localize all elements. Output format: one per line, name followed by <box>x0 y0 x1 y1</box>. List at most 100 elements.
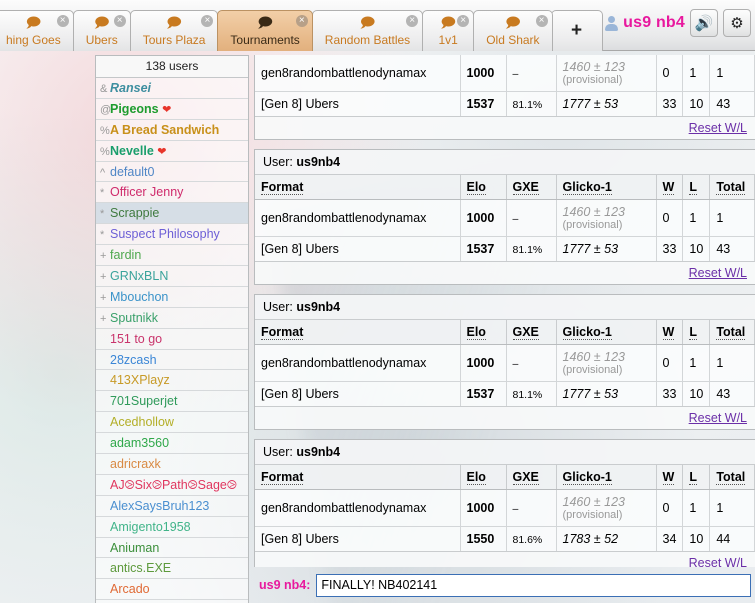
column-header-gxe[interactable]: GXE <box>506 320 557 345</box>
user-list-item[interactable]: ^ default0 <box>96 162 248 183</box>
user-name: A Bread Sandwich <box>110 122 220 137</box>
column-header-gxe[interactable]: GXE <box>506 175 557 200</box>
user-name: default0 <box>110 164 155 179</box>
user-list-item[interactable]: 28zcash <box>96 350 248 371</box>
reset-wl-link[interactable]: Reset W/L <box>689 121 747 135</box>
column-header-format[interactable]: Format <box>255 320 461 345</box>
column-header-w[interactable]: W <box>656 465 684 490</box>
cell-gxe: – <box>512 68 519 80</box>
column-header-w[interactable]: W <box>656 320 684 345</box>
column-header-total[interactable]: Total <box>709 320 755 345</box>
cell-glicko: 1777 ± 53 <box>556 236 657 261</box>
volume-button[interactable]: 🔊 <box>690 9 718 37</box>
tab-1v1[interactable]: 🗩 1v1 × <box>422 10 475 51</box>
cell-wins: 0 <box>656 489 684 527</box>
cell-wins: 33 <box>656 381 684 406</box>
user-list-item[interactable]: + fardin <box>96 245 248 267</box>
user-name: AJ⧁Six⧁Path⧁Sage⧁ <box>110 477 237 492</box>
column-header-total[interactable]: Total <box>709 175 755 200</box>
column-header-total[interactable]: Total <box>709 465 755 490</box>
column-header-l[interactable]: L <box>682 320 711 345</box>
reset-wl-link[interactable]: Reset W/L <box>689 266 747 280</box>
user-rank-symbol: * <box>100 187 105 200</box>
column-header-l[interactable]: L <box>682 175 711 200</box>
cell-total: 1 <box>709 489 755 527</box>
tab-tournaments[interactable]: 🗩 Tournaments × <box>217 10 313 51</box>
user-list-item[interactable]: * Scrappie <box>96 203 248 225</box>
cell-wins: 0 <box>656 344 684 382</box>
user-list-item[interactable]: + Mbouchon <box>96 287 248 308</box>
cell-glicko: 1777 ± 53 <box>556 91 657 116</box>
column-header-glicko-1[interactable]: Glicko-1 <box>556 465 657 490</box>
user-list-item[interactable]: Arcado <box>96 579 248 601</box>
cell-elo: 1537 <box>460 236 507 261</box>
cell-format: [Gen 8] Ubers <box>255 526 461 551</box>
user-rank-symbol: ^ <box>100 166 106 179</box>
tab-ubers[interactable]: 🗩 Ubers × <box>72 10 131 51</box>
cell-losses: 10 <box>682 381 711 406</box>
user-name: 413XPlayz <box>110 373 170 388</box>
tab-close-icon[interactable]: × <box>56 15 69 27</box>
user-list-item[interactable]: antics.EXE <box>96 558 248 580</box>
user-name: Arcado <box>110 582 150 597</box>
tab-random-battles[interactable]: 🗩 Random Battles × <box>311 10 424 51</box>
settings-button[interactable]: ⚙ <box>723 9 751 37</box>
reset-wl-link[interactable]: Reset W/L <box>689 411 747 425</box>
tab-close-icon[interactable]: × <box>406 15 419 27</box>
column-header-glicko-1[interactable]: Glicko-1 <box>556 175 657 200</box>
user-list-item[interactable]: * Suspect Philosophy <box>96 224 248 246</box>
user-rank-symbol: * <box>100 208 105 221</box>
cell-gxe: – <box>512 213 519 225</box>
user-list-item[interactable]: & Ransei <box>96 78 248 99</box>
user-list-item[interactable]: + GRNxBLN <box>96 266 248 287</box>
cell-wins: 0 <box>656 55 684 92</box>
column-header-elo[interactable]: Elo <box>460 465 507 490</box>
cell-total: 43 <box>709 381 755 406</box>
user-list-item[interactable]: adam3560 <box>96 433 248 455</box>
user-list-item[interactable]: Aniuman <box>96 538 248 559</box>
column-header-l[interactable]: L <box>682 465 711 490</box>
chat-message-input[interactable] <box>316 573 751 597</box>
user-name: adam3560 <box>110 436 170 451</box>
user-list-item[interactable]: %A Bread Sandwich <box>96 120 248 141</box>
tab-close-icon[interactable]: × <box>295 15 308 27</box>
tab-old-shark[interactable]: 🗩 Old Shark × <box>473 10 553 51</box>
user-list-item[interactable]: + Sputnikk <box>96 308 248 329</box>
user-list-item[interactable]: %Nevelle ❤ <box>96 141 248 162</box>
cell-glicko: 1460 ± 123 (provisional) <box>556 55 657 92</box>
tab-hing-goes[interactable]: 🗩 hing Goes × <box>0 10 74 51</box>
user-list-item[interactable]: AJ⧁Six⧁Path⧁Sage⧁ <box>96 475 248 496</box>
tab-close-icon[interactable]: × <box>201 15 214 27</box>
user-list-item[interactable]: @Pigeons ❤ <box>96 99 248 120</box>
user-list-item[interactable]: adricraxk <box>96 454 248 475</box>
table-row: [Gen 8] Ubers 1537 81.1% 1777 ± 53 33 10 43 <box>255 236 755 261</box>
tab-close-icon[interactable]: × <box>113 15 126 27</box>
user-name: 701Superjet <box>110 394 178 409</box>
tab-tours-plaza[interactable]: 🗩 Tours Plaza × <box>129 10 219 51</box>
column-header-gxe[interactable]: GXE <box>506 465 557 490</box>
current-username[interactable]: us9 nb4 <box>623 14 685 32</box>
user-list-item[interactable]: Amigento1958 <box>96 517 248 538</box>
column-header-w[interactable]: W <box>656 175 684 200</box>
user-prefix-label: User: <box>263 155 293 169</box>
add-tab-button[interactable]: + <box>550 10 603 51</box>
column-header-format[interactable]: Format <box>255 465 461 490</box>
column-header-format[interactable]: Format <box>255 175 461 200</box>
cell-format: gen8randombattlenodynamax <box>255 489 461 527</box>
user-list-item[interactable]: Acedhollow <box>96 412 248 434</box>
user-name: fardin <box>110 248 142 263</box>
tab-close-icon[interactable]: × <box>535 15 548 27</box>
user-list-item[interactable]: 701Superjet <box>96 391 248 413</box>
user-list-item[interactable]: 413XPlayz <box>96 370 248 392</box>
table-header-row: Format Elo GXE Glicko-1 W L Total <box>255 465 755 490</box>
column-header-glicko-1[interactable]: Glicko-1 <box>556 320 657 345</box>
user-list-item[interactable]: AlexSaysBruh123 <box>96 496 248 517</box>
column-header-elo[interactable]: Elo <box>460 320 507 345</box>
tab-close-icon[interactable]: × <box>457 15 470 27</box>
cell-format: [Gen 8] Ubers <box>255 236 461 261</box>
user-list-item[interactable]: * Officer Jenny <box>96 182 248 204</box>
user-list-item[interactable]: 151 to go <box>96 329 248 350</box>
cell-elo: 1000 <box>460 344 507 382</box>
reset-wl-link[interactable]: Reset W/L <box>689 556 747 567</box>
column-header-elo[interactable]: Elo <box>460 175 507 200</box>
